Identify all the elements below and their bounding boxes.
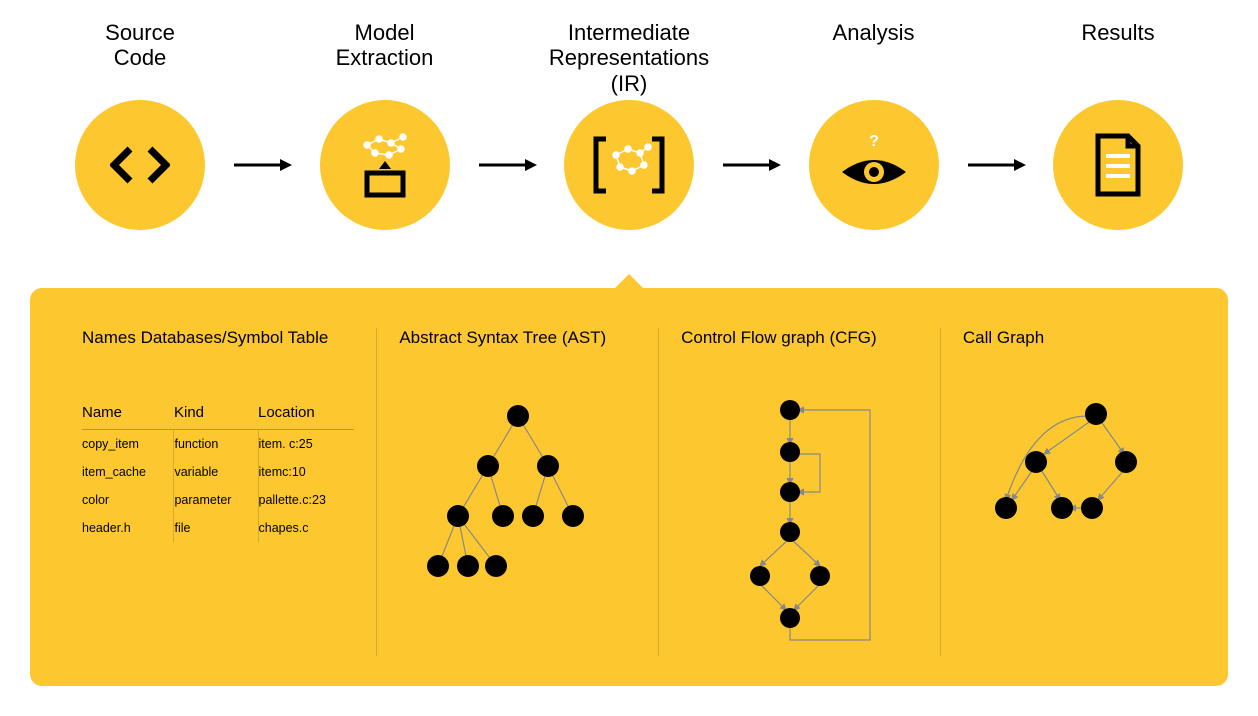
stage-label: Intermediate Representations (IR) [549,20,709,100]
cell-name: item_cache [82,458,174,486]
arrow [716,20,786,230]
cell-location: chapes.c [258,514,354,542]
col-title: Call Graph [963,328,1176,368]
pipeline-row: Source Code Model Extraction [0,0,1258,230]
cell-name: color [82,486,174,514]
cell-location: item. c:25 [258,430,354,459]
stage-source-code: Source Code [60,20,220,230]
cell-kind: function [174,430,258,459]
stage-model-extraction: Model Extraction [305,20,465,230]
svg-text:?: ? [869,133,879,150]
col-call-graph: Call Graph [940,328,1198,656]
panel-pointer-icon [615,274,643,288]
table-row: item_cachevariableitemc:10 [82,458,354,486]
cell-location: pallette.c:23 [258,486,354,514]
col-title: Names Databases/Symbol Table [82,328,354,368]
ir-detail-panel: Names Databases/Symbol Table Name Kind L… [30,288,1228,686]
cell-kind: file [174,514,258,542]
col-title: Control Flow graph (CFG) [681,328,918,368]
stage-label: Source Code [105,20,175,100]
circle-results [1053,100,1183,230]
arrow [227,20,297,230]
table-row: colorparameterpallette.c:23 [82,486,354,514]
circle-source-code [75,100,205,230]
circle-ir [564,100,694,230]
stage-analysis: Analysis ? [794,20,954,230]
arrow [961,20,1031,230]
eye-question-icon: ? [834,130,914,200]
col-cfg: Control Flow graph (CFG) [658,328,940,656]
cell-kind: variable [174,458,258,486]
th-kind: Kind [174,396,258,430]
stage-label: Analysis [833,20,915,100]
cfg-graph-icon [690,396,910,656]
stage-ir: Intermediate Representations (IR) [549,20,709,230]
document-icon [1088,130,1148,200]
th-location: Location [258,396,354,430]
ir-icon [584,125,674,205]
cell-name: header.h [82,514,174,542]
symbol-table: Name Kind Location copy_itemfunctionitem… [82,396,354,542]
th-name: Name [82,396,174,430]
table-row: header.hfilechapes.c [82,514,354,542]
circle-analysis: ? [809,100,939,230]
stage-label: Results [1081,20,1154,100]
extraction-icon [345,125,425,205]
col-ast: Abstract Syntax Tree (AST) [376,328,658,656]
cell-kind: parameter [174,486,258,514]
stage-label: Model Extraction [336,20,434,100]
circle-model-extraction [320,100,450,230]
stage-results: Results [1038,20,1198,230]
cell-name: copy_item [82,430,174,459]
cell-location: itemc:10 [258,458,354,486]
arrow [472,20,542,230]
code-icon [110,145,170,185]
col-symbol-table: Names Databases/Symbol Table Name Kind L… [60,328,376,656]
ast-graph-icon [418,396,618,596]
table-row: copy_itemfunctionitem. c:25 [82,430,354,459]
call-graph-icon [974,396,1164,556]
col-title: Abstract Syntax Tree (AST) [399,328,636,368]
